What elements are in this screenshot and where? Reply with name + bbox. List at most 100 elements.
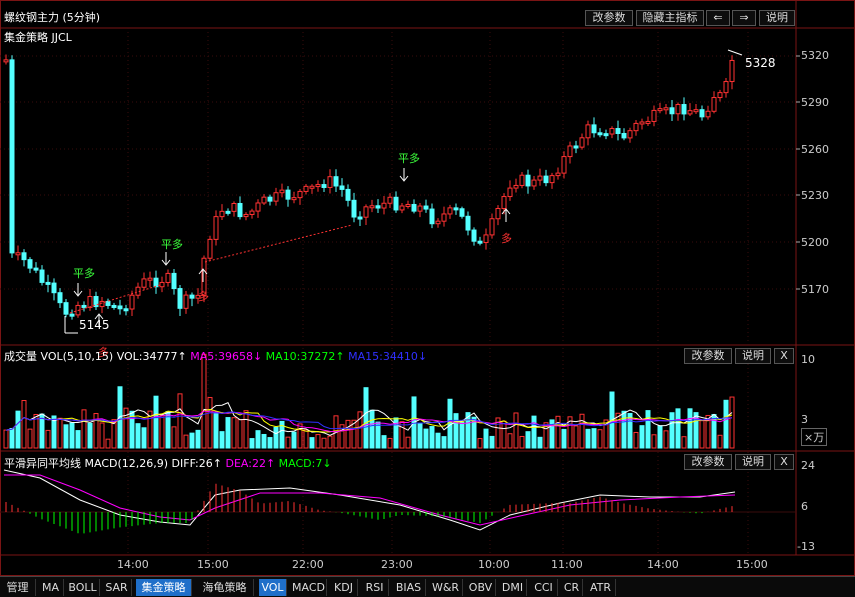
candle-body bbox=[129, 294, 135, 310]
tab-boll[interactable]: BOLL bbox=[66, 579, 100, 596]
candle-body bbox=[81, 304, 87, 308]
tab-jjcl[interactable]: 集金策略 bbox=[136, 579, 192, 596]
volume-bar bbox=[255, 430, 261, 449]
candle-body bbox=[267, 196, 273, 202]
volume-close-button[interactable]: X bbox=[774, 348, 794, 364]
candle-body bbox=[303, 185, 309, 192]
tab-rsi[interactable]: RSI bbox=[361, 579, 389, 596]
volume-bar bbox=[213, 411, 219, 449]
candle-body bbox=[273, 192, 279, 202]
volume-bar bbox=[531, 415, 537, 449]
macd-help-button[interactable]: 说明 bbox=[735, 454, 771, 470]
volume-bar bbox=[327, 435, 333, 449]
candle-body bbox=[27, 259, 33, 269]
modify-params-button[interactable]: 改参数 bbox=[585, 10, 633, 26]
volume-bar bbox=[645, 410, 651, 449]
macd-tick: 6 bbox=[801, 500, 808, 513]
volume-bar bbox=[297, 423, 303, 449]
volume-bar bbox=[537, 436, 543, 449]
tab-dmi[interactable]: DMI bbox=[499, 579, 527, 596]
volume-bar bbox=[87, 422, 93, 449]
candle-body bbox=[237, 202, 243, 218]
volume-bar bbox=[369, 409, 375, 449]
volume-bar bbox=[489, 435, 495, 449]
candle-body bbox=[45, 281, 51, 285]
candle-body bbox=[483, 234, 489, 244]
volume-bar bbox=[591, 428, 597, 449]
tab-cr[interactable]: CR bbox=[561, 579, 583, 596]
tab-macd[interactable]: MACD bbox=[291, 579, 327, 596]
candle-body bbox=[729, 59, 735, 83]
signal-close-long: 平多 bbox=[73, 267, 95, 280]
tab-ma[interactable]: MA bbox=[38, 579, 64, 596]
candle-body bbox=[255, 202, 261, 212]
volume-bar bbox=[429, 426, 435, 449]
volume-bar bbox=[681, 436, 687, 449]
macd-dea: DEA:22↑ bbox=[225, 457, 276, 470]
candle-body bbox=[591, 124, 597, 134]
help-button[interactable]: 说明 bbox=[759, 10, 795, 26]
candle-body bbox=[429, 208, 435, 225]
candle-body bbox=[153, 277, 159, 288]
volume-bar bbox=[513, 412, 519, 449]
tab-sar[interactable]: SAR bbox=[102, 579, 132, 596]
tab-wr[interactable]: W&R bbox=[429, 579, 463, 596]
volume-bar bbox=[621, 410, 627, 449]
candle-body bbox=[177, 288, 183, 309]
tab-obv[interactable]: OBV bbox=[466, 579, 496, 596]
candle-body bbox=[147, 277, 153, 281]
candle-body bbox=[111, 304, 117, 308]
tab-cci[interactable]: CCI bbox=[530, 579, 558, 596]
candle-body bbox=[477, 240, 483, 244]
candle-body bbox=[489, 218, 495, 236]
volume-tick: 10 bbox=[801, 353, 815, 366]
candle-body bbox=[189, 294, 195, 299]
volume-bar bbox=[477, 438, 483, 449]
indicator-tab-bar: 管理 MA BOLL SAR 集金策略 海龟策略 VOL MACD KDJ RS… bbox=[0, 576, 855, 597]
volume-bar bbox=[63, 424, 69, 449]
candle-body bbox=[15, 252, 21, 256]
candle-body bbox=[573, 145, 579, 149]
tab-turtle[interactable]: 海龟策略 bbox=[196, 579, 254, 596]
volume-bar bbox=[243, 410, 249, 449]
candle-body bbox=[609, 128, 615, 135]
price-tick: 5260 bbox=[801, 143, 829, 156]
tab-bias[interactable]: BIAS bbox=[392, 579, 426, 596]
tab-manage[interactable]: 管理 bbox=[0, 579, 36, 596]
candle-body bbox=[159, 281, 165, 288]
volume-bar bbox=[717, 434, 723, 449]
candle-body bbox=[333, 176, 339, 187]
candle-body bbox=[171, 272, 177, 290]
low-price-label: 5145 bbox=[79, 318, 110, 332]
candle-body bbox=[423, 205, 429, 210]
volume-bar bbox=[597, 429, 603, 449]
scroll-right-icon[interactable]: ⇒ bbox=[732, 10, 756, 26]
volume-bar bbox=[273, 426, 279, 449]
tab-vol[interactable]: VOL bbox=[259, 579, 287, 596]
volume-bar bbox=[651, 434, 657, 449]
volume-bar bbox=[381, 435, 387, 449]
tab-kdj[interactable]: KDJ bbox=[330, 579, 358, 596]
macd-tick: -13 bbox=[797, 540, 815, 553]
volume-help-button[interactable]: 说明 bbox=[735, 348, 771, 364]
macd-close-button[interactable]: X bbox=[774, 454, 794, 470]
candle-body bbox=[243, 213, 249, 218]
tab-atr[interactable]: ATR bbox=[586, 579, 616, 596]
price-tick: 5230 bbox=[801, 189, 829, 202]
volume-params-button[interactable]: 改参数 bbox=[684, 348, 732, 364]
volume-tick: 3 bbox=[801, 413, 808, 426]
candle-body bbox=[231, 202, 237, 212]
hide-main-indicator-button[interactable]: 隐藏主指标 bbox=[636, 10, 704, 26]
candle-body bbox=[555, 172, 561, 177]
candle-body bbox=[447, 207, 453, 215]
time-tick: 15:00 bbox=[736, 558, 768, 571]
candle-body bbox=[723, 81, 729, 94]
volume-bar bbox=[39, 413, 45, 449]
macd-params-button[interactable]: 改参数 bbox=[684, 454, 732, 470]
volume-bar bbox=[633, 431, 639, 449]
time-tick: 23:00 bbox=[381, 558, 413, 571]
scroll-left-icon[interactable]: ⇐ bbox=[706, 10, 730, 26]
candle-body bbox=[99, 300, 105, 308]
volume-bar bbox=[615, 412, 621, 449]
volume-bar bbox=[405, 436, 411, 449]
